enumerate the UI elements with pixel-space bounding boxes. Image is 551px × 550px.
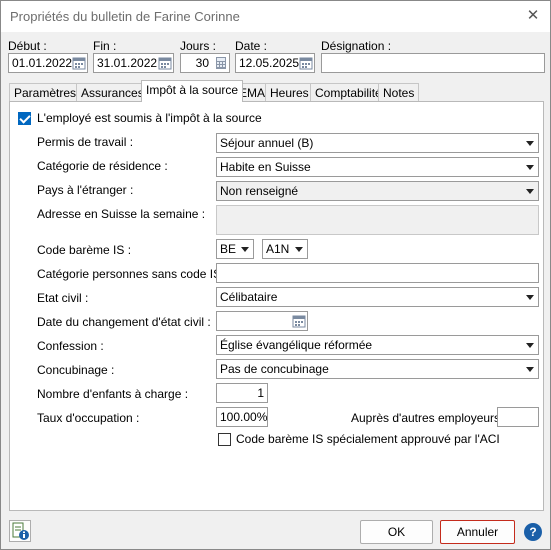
bulletin-date-field[interactable]: 12.05.2025: [235, 53, 315, 73]
subject-checkbox[interactable]: [18, 112, 31, 125]
taux-input[interactable]: 100.00%: [216, 407, 268, 427]
properties-dialog: Propriétés du bulletin de Farine Corinne…: [0, 0, 551, 550]
residence-select[interactable]: Habite en Suisse: [216, 157, 539, 177]
bareme-label: Code barème IS :: [37, 243, 132, 257]
enfants-label: Nombre d'enfants à charge :: [37, 387, 189, 401]
subject-checkbox-label: L'employé est soumis à l'impôt à la sour…: [37, 111, 262, 125]
window-title: Propriétés du bulletin de Farine Corinne: [10, 9, 240, 24]
bareme-code-value: A1N: [266, 242, 290, 256]
bareme-code-select[interactable]: A1N: [262, 239, 308, 259]
designation-input[interactable]: [321, 53, 545, 73]
ok-button[interactable]: OK: [360, 520, 433, 544]
fin-label: Fin :: [93, 39, 117, 53]
autres-employeurs-label: Auprès d'autres employeurs :: [351, 411, 507, 425]
chevron-down-icon: [295, 247, 303, 252]
changement-label: Date du changement d'état civil :: [37, 315, 211, 329]
date-label: Date :: [235, 39, 268, 53]
etat-civil-select[interactable]: Célibataire: [216, 287, 539, 307]
permis-label: Permis de travail :: [37, 135, 134, 149]
fin-date-value: 31.01.2022: [97, 56, 158, 70]
adresse-label: Adresse en Suisse la semaine :: [37, 207, 206, 221]
sans-code-input[interactable]: [216, 263, 539, 283]
jours-value: 30: [195, 56, 209, 70]
tab-notes[interactable]: Notes: [378, 83, 420, 101]
calculator-icon[interactable]: [214, 56, 228, 70]
pays-value: Non renseigné: [220, 184, 299, 198]
tab-impot-a-la-source[interactable]: Impôt à la source: [141, 80, 244, 102]
impot-tab-panel: L'employé est soumis à l'impôt à la sour…: [9, 101, 544, 511]
chevron-down-icon: [526, 343, 534, 348]
bareme-canton-select[interactable]: BE: [216, 239, 254, 259]
tab-assurances[interactable]: Assurances: [76, 83, 149, 101]
fin-date-field[interactable]: 31.01.2022: [93, 53, 174, 73]
calendar-icon[interactable]: [72, 56, 86, 70]
debut-date-field[interactable]: 01.01.2022: [8, 53, 88, 73]
chevron-down-icon: [526, 141, 534, 146]
tab-parametres[interactable]: Paramètres: [9, 83, 82, 101]
chevron-down-icon: [241, 247, 249, 252]
taux-label: Taux d'occupation :: [37, 411, 140, 425]
etat-civil-value: Célibataire: [220, 290, 278, 304]
designation-label: Désignation :: [321, 39, 392, 53]
document-info-icon: [12, 522, 29, 540]
concubinage-label: Concubinage :: [37, 363, 115, 377]
special-bareme-checkbox[interactable]: [218, 433, 231, 446]
chevron-down-icon: [526, 367, 534, 372]
confession-label: Confession :: [37, 339, 104, 353]
calendar-icon[interactable]: [299, 56, 313, 70]
sans-code-label: Catégorie personnes sans code IS :: [37, 267, 228, 281]
permis-value: Séjour annuel (B): [220, 136, 314, 150]
jours-label: Jours :: [180, 39, 217, 53]
etat-civil-label: Etat civil :: [37, 291, 89, 305]
cancel-button[interactable]: Annuler: [440, 520, 515, 544]
chevron-down-icon: [526, 295, 534, 300]
title-bar: Propriétés du bulletin de Farine Corinne…: [1, 1, 550, 32]
chevron-down-icon: [526, 165, 534, 170]
close-button[interactable]: ✕: [522, 5, 544, 27]
bulletin-date-value: 12.05.2025: [239, 56, 300, 70]
pays-label: Pays à l'étranger :: [37, 183, 134, 197]
concubinage-value: Pas de concubinage: [220, 362, 329, 376]
concubinage-select[interactable]: Pas de concubinage: [216, 359, 539, 379]
debut-label: Début :: [8, 39, 47, 53]
jours-field[interactable]: 30: [180, 53, 230, 73]
confession-select[interactable]: Église évangélique réformée: [216, 335, 539, 355]
bareme-canton-value: BE: [220, 242, 237, 256]
calendar-icon[interactable]: [292, 314, 306, 328]
info-button[interactable]: [9, 520, 31, 542]
adresse-input[interactable]: [216, 205, 539, 235]
changement-date-field[interactable]: [216, 311, 308, 331]
autres-employeurs-input[interactable]: [497, 407, 539, 427]
permis-select[interactable]: Séjour annuel (B): [216, 133, 539, 153]
special-bareme-label: Code barème IS spécialement approuvé par…: [236, 432, 500, 446]
debut-date-value: 01.01.2022: [12, 56, 73, 70]
enfants-input[interactable]: 1: [216, 383, 268, 403]
chevron-down-icon: [526, 189, 534, 194]
pays-select[interactable]: Non renseigné: [216, 181, 539, 201]
tab-heures[interactable]: Heures: [265, 83, 314, 101]
tab-comptabilite[interactable]: Comptabilité: [310, 83, 387, 101]
calendar-icon[interactable]: [158, 56, 172, 70]
residence-value: Habite en Suisse: [220, 160, 311, 174]
help-icon[interactable]: ?: [524, 523, 542, 541]
confession-value: Église évangélique réformée: [220, 338, 373, 352]
residence-label: Catégorie de résidence :: [37, 159, 168, 173]
